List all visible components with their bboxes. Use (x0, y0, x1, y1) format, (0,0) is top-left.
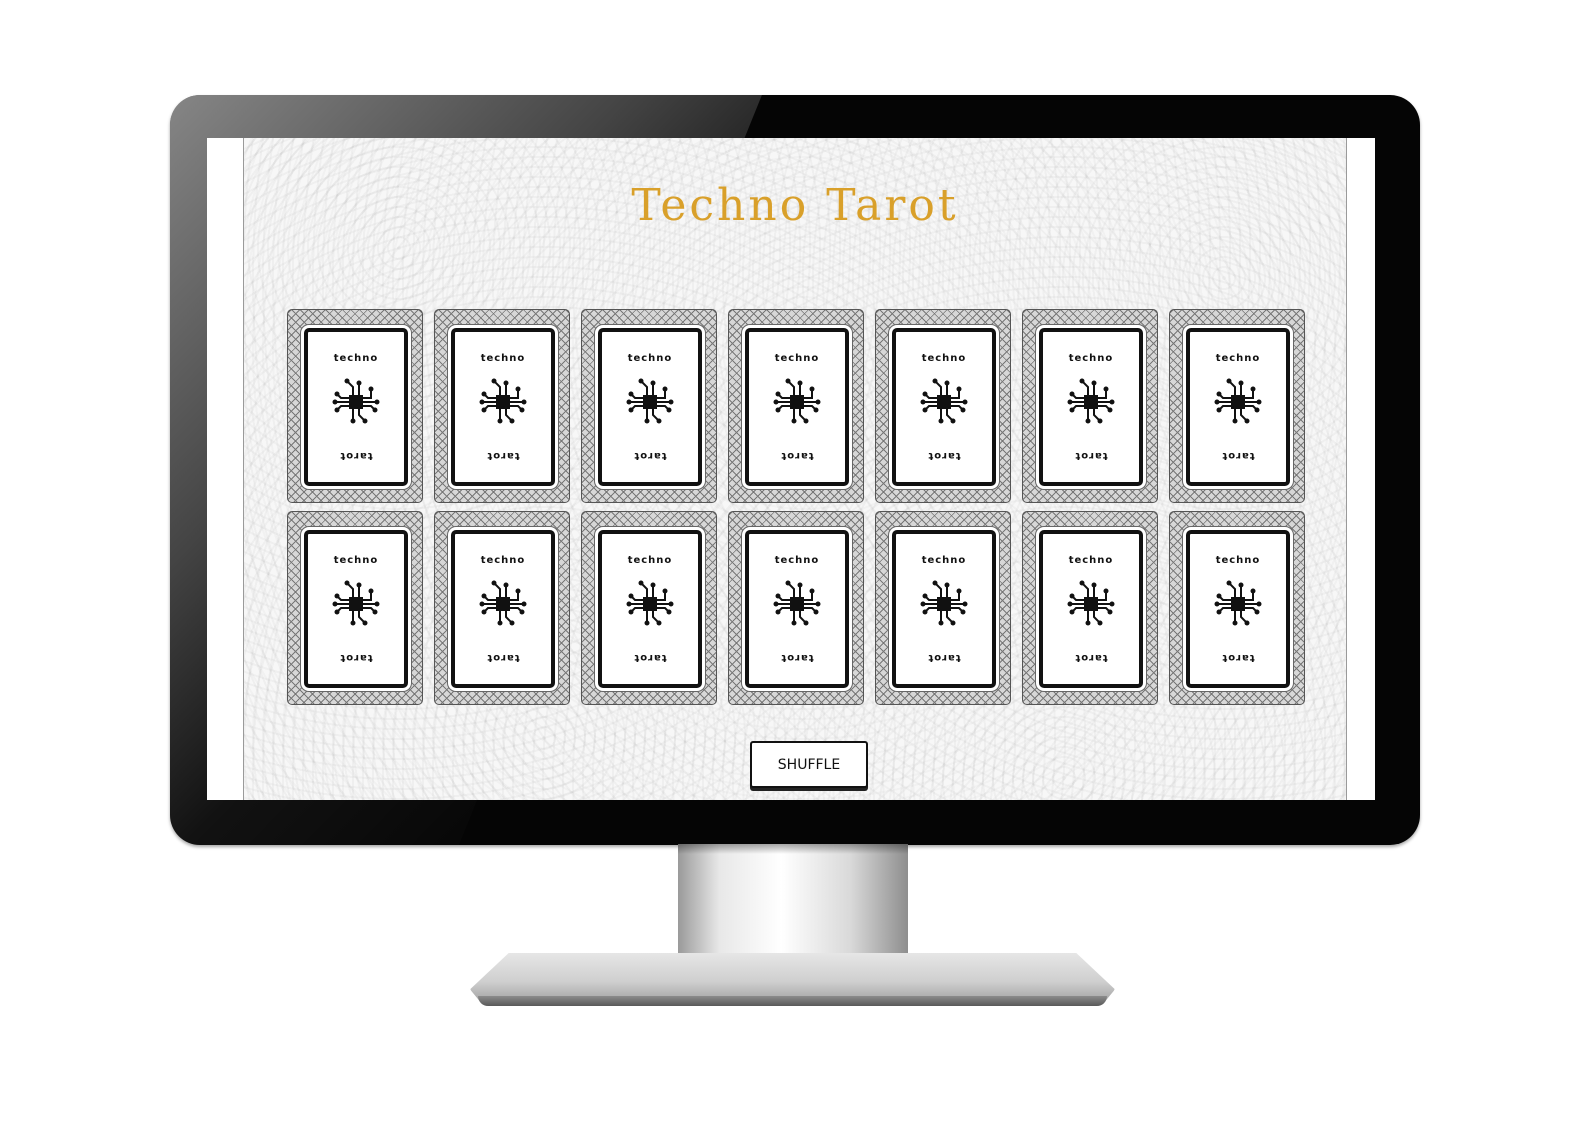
card-top-label: techno (627, 555, 673, 566)
card-bottom-label: tarot (339, 450, 373, 461)
card-bottom-label: tarot (633, 652, 667, 663)
circuit-chip-icon (1213, 377, 1263, 427)
card-bottom-label: tarot (1074, 450, 1108, 461)
card-bottom-label: tarot (927, 450, 961, 461)
card-bottom-label: tarot (486, 450, 520, 461)
app-title: Techno Tarot (631, 180, 959, 231)
circuit-chip-icon (1066, 377, 1116, 427)
card-top-label: techno (774, 353, 820, 364)
tarot-card[interactable]: techno tarot (434, 511, 570, 705)
circuit-chip-icon (772, 579, 822, 629)
card-bottom-label: tarot (339, 652, 373, 663)
card-top-label: techno (1215, 353, 1261, 364)
card-top-label: techno (480, 353, 526, 364)
card-top-label: techno (1068, 353, 1114, 364)
circuit-chip-icon (331, 579, 381, 629)
card-face: techno tarot (304, 328, 408, 486)
card-bottom-label: tarot (486, 652, 520, 663)
tarot-card[interactable]: techno tarot (1169, 309, 1305, 503)
monitor-stand-shadow (678, 844, 908, 854)
card-bottom-label: tarot (1074, 652, 1108, 663)
app-page: Techno Tarot techno tarot techno tarot techn… (243, 138, 1347, 800)
tarot-card[interactable]: techno tarot (1022, 309, 1158, 503)
card-bottom-label: tarot (1221, 450, 1255, 461)
tarot-card[interactable]: techno tarot (581, 511, 717, 705)
card-face: techno tarot (1039, 328, 1143, 486)
shuffle-button[interactable]: SHUFFLE (750, 741, 868, 788)
card-top-label: techno (627, 353, 673, 364)
card-face: techno tarot (892, 530, 996, 688)
tarot-card[interactable]: techno tarot (1022, 511, 1158, 705)
card-face: techno tarot (1186, 328, 1290, 486)
card-top-label: techno (921, 555, 967, 566)
tarot-card[interactable]: techno tarot (728, 309, 864, 503)
monitor-stand-base-edge (478, 996, 1107, 1006)
card-bottom-label: tarot (633, 450, 667, 461)
tarot-card[interactable]: techno tarot (875, 309, 1011, 503)
card-face: techno tarot (598, 328, 702, 486)
tarot-card[interactable]: techno tarot (875, 511, 1011, 705)
tarot-card[interactable]: techno tarot (1169, 511, 1305, 705)
monitor-stand-neck (678, 844, 908, 962)
card-top-label: techno (921, 353, 967, 364)
card-face: techno tarot (892, 328, 996, 486)
card-deck: techno tarot techno tarot techno tarot techno t… (287, 309, 1307, 705)
card-top-label: techno (333, 353, 379, 364)
card-bottom-label: tarot (927, 652, 961, 663)
card-top-label: techno (333, 555, 379, 566)
monitor-screen: Techno Tarot techno tarot techno tarot techn… (207, 138, 1375, 800)
circuit-chip-icon (331, 377, 381, 427)
tarot-card[interactable]: techno tarot (287, 309, 423, 503)
circuit-chip-icon (1066, 579, 1116, 629)
circuit-chip-icon (919, 377, 969, 427)
circuit-chip-icon (625, 377, 675, 427)
card-face: techno tarot (1186, 530, 1290, 688)
circuit-chip-icon (772, 377, 822, 427)
circuit-chip-icon (478, 377, 528, 427)
tarot-card[interactable]: techno tarot (581, 309, 717, 503)
circuit-chip-icon (1213, 579, 1263, 629)
card-face: techno tarot (451, 530, 555, 688)
circuit-chip-icon (919, 579, 969, 629)
card-face: techno tarot (1039, 530, 1143, 688)
card-face: techno tarot (598, 530, 702, 688)
circuit-chip-icon (625, 579, 675, 629)
card-top-label: techno (1215, 555, 1261, 566)
card-top-label: techno (1068, 555, 1114, 566)
circuit-chip-icon (478, 579, 528, 629)
card-face: techno tarot (451, 328, 555, 486)
tarot-card[interactable]: techno tarot (728, 511, 864, 705)
card-face: techno tarot (745, 530, 849, 688)
card-bottom-label: tarot (780, 450, 814, 461)
tarot-card[interactable]: techno tarot (434, 309, 570, 503)
card-bottom-label: tarot (1221, 652, 1255, 663)
card-face: techno tarot (304, 530, 408, 688)
tarot-card[interactable]: techno tarot (287, 511, 423, 705)
card-top-label: techno (774, 555, 820, 566)
card-top-label: techno (480, 555, 526, 566)
card-face: techno tarot (745, 328, 849, 486)
card-bottom-label: tarot (780, 652, 814, 663)
